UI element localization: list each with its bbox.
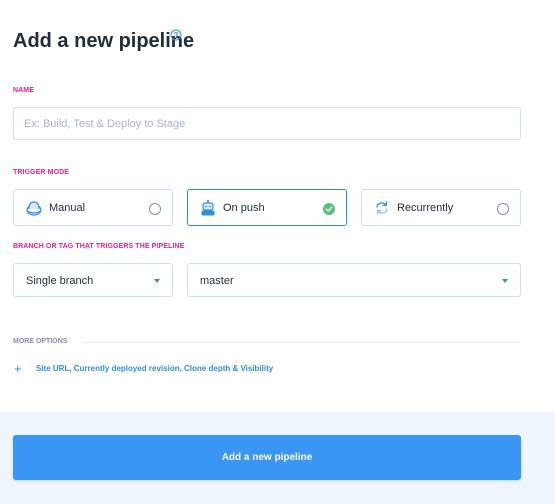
mode-label-recurrently: Recurrently (397, 202, 454, 214)
robot-icon (201, 199, 215, 216)
refresh-icon (376, 201, 388, 215)
branch-name-value: master (200, 275, 234, 287)
check-icon (325, 206, 333, 212)
question-circle-icon[interactable] (170, 29, 182, 41)
branch-trigger-label: BRANCH OR TAG THAT TRIGGERS THE PIPELINE (13, 243, 185, 250)
more-options-link[interactable]: Site URL, Currently deployed revision, C… (36, 364, 273, 373)
trigger-mode-manual[interactable]: Manual (13, 189, 173, 226)
divider (82, 342, 521, 343)
plus-icon[interactable]: + (14, 362, 22, 375)
pipeline-name-input[interactable] (13, 107, 521, 140)
name-label: NAME (13, 87, 35, 94)
mode-label-on-push: On push (223, 202, 265, 214)
branch-type-select[interactable]: Single branch (13, 263, 173, 297)
more-options-label: MORE OPTIONS (13, 338, 68, 345)
hand-stop-icon (26, 201, 42, 216)
caret-down-icon (154, 279, 160, 283)
radio-unchecked[interactable] (149, 203, 161, 215)
add-pipeline-button[interactable]: Add a new pipeline (13, 435, 521, 480)
branch-name-select[interactable]: master (187, 263, 521, 297)
radio-unchecked[interactable] (497, 203, 509, 215)
trigger-mode-recurrently[interactable]: Recurrently (361, 189, 521, 226)
mode-label-manual: Manual (49, 202, 86, 214)
trigger-mode-on-push[interactable]: On push (187, 189, 347, 226)
branch-type-value: Single branch (26, 275, 94, 287)
trigger-mode-label: TRIGGER MODE (13, 169, 70, 176)
page-title: Add a new pipeline (13, 30, 195, 52)
radio-checked[interactable] (323, 203, 335, 215)
caret-down-icon (502, 279, 508, 283)
